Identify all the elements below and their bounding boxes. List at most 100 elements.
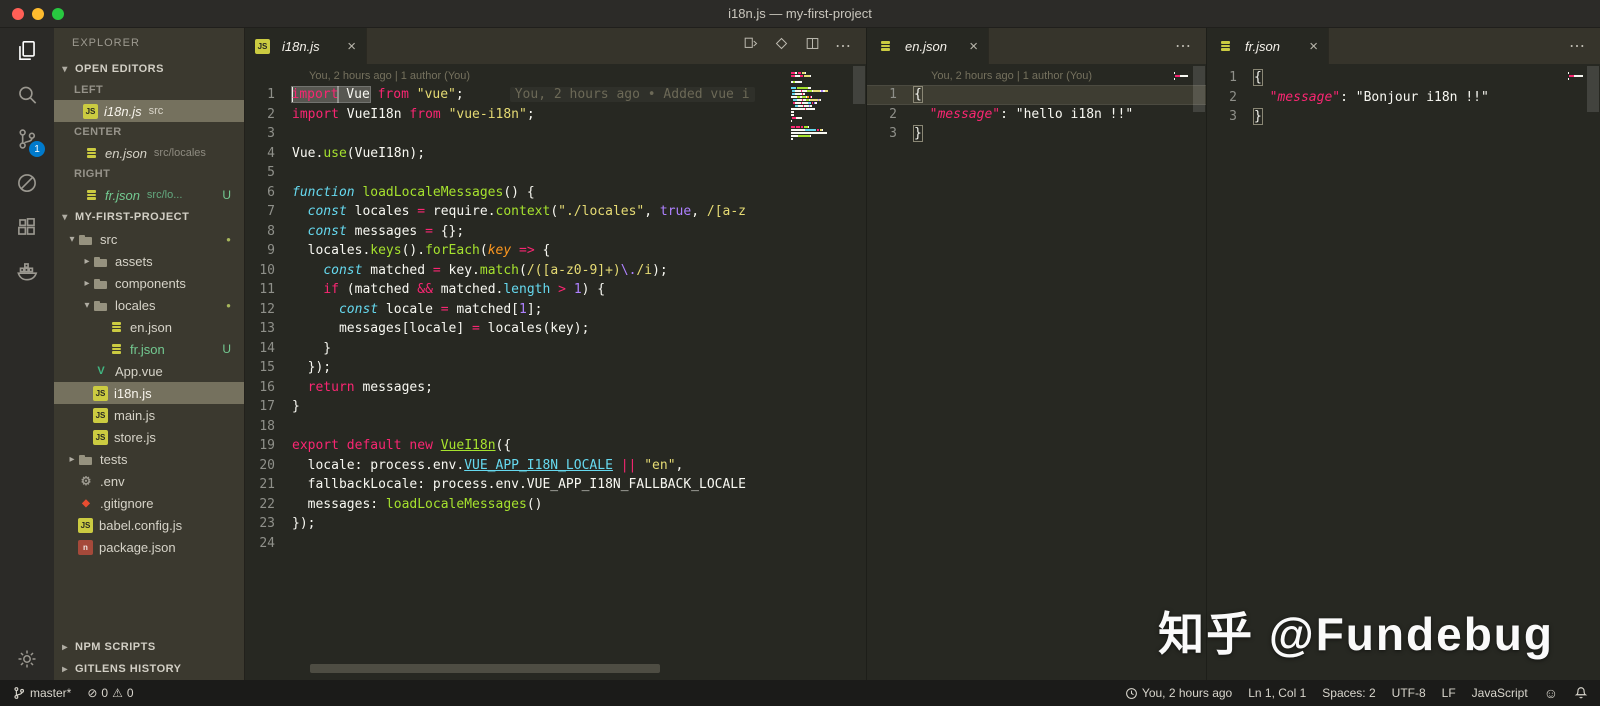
- notifications-bell-icon[interactable]: [1574, 686, 1588, 700]
- open-changes-icon[interactable]: [742, 35, 759, 57]
- code-line[interactable]: 22 messages: loadLocaleMessages(): [245, 495, 866, 515]
- minimap[interactable]: [791, 72, 851, 144]
- project-header[interactable]: ▾ MY-FIRST-PROJECT: [54, 206, 244, 228]
- code-editor[interactable]: 1{2 "message": "hello i18n !!"3}: [867, 85, 1206, 144]
- docker-icon[interactable]: [12, 256, 42, 286]
- file-store.js[interactable]: JSstore.js: [54, 426, 244, 448]
- file-.gitignore[interactable]: ◆.gitignore: [54, 492, 244, 514]
- code-line[interactable]: 18: [245, 417, 866, 437]
- eol-status[interactable]: LF: [1442, 686, 1456, 700]
- code-line[interactable]: 21 fallbackLocale: process.env.VUE_APP_I…: [245, 475, 866, 495]
- feedback-smiley-icon[interactable]: ☺: [1544, 685, 1558, 701]
- open-editor-fr.json[interactable]: fr.jsonsrc/lo...U: [54, 184, 244, 206]
- gitlens-history-header[interactable]: ▸ GITLENS HISTORY: [54, 658, 244, 680]
- close-tab-icon[interactable]: ×: [969, 38, 978, 55]
- code-line[interactable]: 11 if (matched && matched.length > 1) {: [245, 280, 866, 300]
- code-line[interactable]: 5: [245, 163, 866, 183]
- code-line[interactable]: 20 locale: process.env.VUE_APP_I18N_LOCA…: [245, 456, 866, 476]
- language-mode-status[interactable]: JavaScript: [1472, 686, 1528, 700]
- tab-fr-json[interactable]: fr.json ×: [1207, 28, 1329, 64]
- minimap[interactable]: [1568, 72, 1585, 81]
- code-line[interactable]: 17}: [245, 397, 866, 417]
- code-line[interactable]: 12 const locale = matched[1];: [245, 300, 866, 320]
- warning-count: 0: [127, 686, 134, 700]
- code-line[interactable]: 9 locales.keys().forEach(key => {: [245, 241, 866, 261]
- close-tab-icon[interactable]: ×: [1309, 38, 1318, 55]
- split-editor-icon[interactable]: [804, 35, 821, 57]
- code-line[interactable]: 23});: [245, 514, 866, 534]
- git-branch-status[interactable]: master*: [12, 686, 71, 700]
- search-icon[interactable]: [12, 80, 42, 110]
- minimize-window-button[interactable]: [32, 8, 44, 20]
- code-line[interactable]: 10 const matched = key.match(/([a-z0-9]+…: [245, 261, 866, 281]
- code-line[interactable]: 13 messages[locale] = locales(key);: [245, 319, 866, 339]
- open-editor-en.json[interactable]: en.jsonsrc/locales: [54, 142, 244, 164]
- code-line[interactable]: 15 });: [245, 358, 866, 378]
- gitlens-history-label: GITLENS HISTORY: [75, 663, 182, 675]
- tab-en-json[interactable]: en.json ×: [867, 28, 989, 64]
- source-control-icon[interactable]: 1: [12, 124, 42, 154]
- code-line[interactable]: 3}: [867, 124, 1206, 144]
- folder-locales[interactable]: ▾locales●: [54, 294, 244, 316]
- folder-src[interactable]: ▾src●: [54, 228, 244, 250]
- minimap[interactable]: [1174, 72, 1191, 81]
- zoom-window-button[interactable]: [52, 8, 64, 20]
- tab-i18n-js[interactable]: JS i18n.js ×: [245, 28, 367, 64]
- code-line[interactable]: 2import VueI18n from "vue-i18n";: [245, 105, 866, 125]
- problems-status[interactable]: ⊘ 0 ⚠ 0: [87, 686, 133, 700]
- code-editor[interactable]: 1import Vue from "vue";You, 2 hours ago …: [245, 85, 866, 553]
- code-line[interactable]: 2 "message": "Bonjour i18n !!": [1207, 88, 1600, 108]
- gitlens-compare-icon[interactable]: [773, 35, 790, 57]
- file-fr.json[interactable]: fr.jsonU: [54, 338, 244, 360]
- js-file-icon: JS: [93, 430, 108, 445]
- vertical-scrollbar[interactable]: [1192, 64, 1206, 680]
- debug-icon[interactable]: [12, 168, 42, 198]
- file-i18n.js[interactable]: JSi18n.js: [54, 382, 244, 404]
- indentation-status[interactable]: Spaces: 2: [1322, 686, 1375, 700]
- folder-assets[interactable]: ▸assets: [54, 250, 244, 272]
- encoding-status[interactable]: UTF-8: [1392, 686, 1426, 700]
- explorer-icon[interactable]: [12, 36, 42, 66]
- code-line[interactable]: 16 return messages;: [245, 378, 866, 398]
- file-.env[interactable]: ⚙.env: [54, 470, 244, 492]
- code-line[interactable]: 3: [245, 124, 866, 144]
- close-window-button[interactable]: [12, 8, 24, 20]
- folder-tests[interactable]: ▸tests: [54, 448, 244, 470]
- code-line[interactable]: 8 const messages = {};: [245, 222, 866, 242]
- titlebar: i18n.js — my-first-project: [0, 0, 1600, 28]
- file-babel.config.js[interactable]: JSbabel.config.js: [54, 514, 244, 536]
- more-actions-icon[interactable]: ⋯: [1569, 36, 1586, 56]
- code-line[interactable]: 1{: [1207, 68, 1600, 88]
- file-main.js[interactable]: JSmain.js: [54, 404, 244, 426]
- code-line[interactable]: 7 const locales = require.context("./loc…: [245, 202, 866, 222]
- code-line[interactable]: 1{: [867, 85, 1206, 105]
- more-actions-icon[interactable]: ⋯: [1175, 36, 1192, 56]
- horizontal-scrollbar[interactable]: [310, 664, 660, 673]
- file-App.vue[interactable]: VApp.vue: [54, 360, 244, 382]
- cursor-position-status[interactable]: Ln 1, Col 1: [1248, 686, 1306, 700]
- code-line[interactable]: 2 "message": "hello i18n !!": [867, 105, 1206, 125]
- open-editor-i18n.js[interactable]: JSi18n.jssrc: [54, 100, 244, 122]
- code-line[interactable]: 1import Vue from "vue";You, 2 hours ago …: [245, 85, 866, 105]
- more-actions-icon[interactable]: ⋯: [835, 36, 852, 56]
- code-line[interactable]: 24: [245, 534, 866, 554]
- file-package.json[interactable]: npackage.json: [54, 536, 244, 558]
- code-line[interactable]: 4Vue.use(VueI18n);: [245, 144, 866, 164]
- open-editors-header[interactable]: ▾ OPEN EDITORS: [54, 58, 244, 80]
- codelens-annotation[interactable]: You, 2 hours ago | 1 author (You): [309, 70, 866, 82]
- npm-scripts-header[interactable]: ▸ NPM SCRIPTS: [54, 636, 244, 658]
- vertical-scrollbar[interactable]: [852, 64, 866, 680]
- code-line[interactable]: 3}: [1207, 107, 1600, 127]
- code-line[interactable]: 6function loadLocaleMessages() {: [245, 183, 866, 203]
- code-line[interactable]: 19export default new VueI18n({: [245, 436, 866, 456]
- gitlens-blame-status[interactable]: You, 2 hours ago: [1125, 686, 1232, 700]
- vertical-scrollbar[interactable]: [1586, 64, 1600, 680]
- codelens-annotation[interactable]: You, 2 hours ago | 1 author (You): [931, 70, 1206, 82]
- extensions-icon[interactable]: [12, 212, 42, 242]
- code-line[interactable]: 14 }: [245, 339, 866, 359]
- code-editor[interactable]: 1{2 "message": "Bonjour i18n !!"3}: [1207, 68, 1600, 127]
- folder-components[interactable]: ▸components: [54, 272, 244, 294]
- close-tab-icon[interactable]: ×: [347, 38, 356, 55]
- file-en.json[interactable]: en.json: [54, 316, 244, 338]
- settings-gear-icon[interactable]: [12, 644, 42, 674]
